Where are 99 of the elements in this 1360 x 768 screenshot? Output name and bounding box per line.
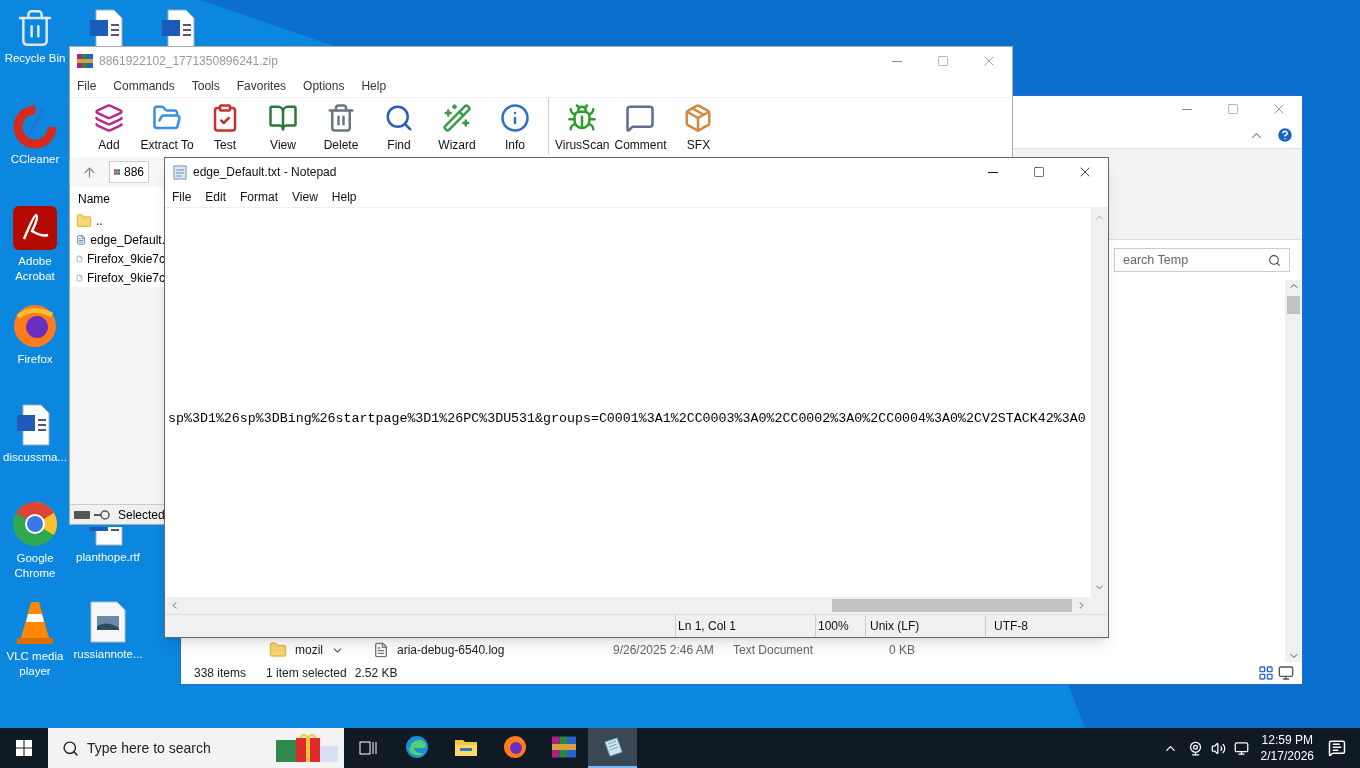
menu-item[interactable]: Tools [191,77,220,95]
cursor-position: Ln 1, Col 1 [675,615,815,637]
window-title: 8861922102_1771350896241.zip [99,53,279,70]
minimize-icon [1182,108,1192,110]
zoom-level: 100% [815,615,865,637]
desktop-shortcut[interactable]: Adobe Acrobat [2,205,68,284]
archive-app-icon [551,735,576,759]
toolbar-button[interactable]: VirusScan [553,103,612,154]
desktop-shortcut[interactable]: discussma... [2,403,68,465]
menu-item[interactable]: Commands [113,77,175,95]
box-icon [683,103,714,133]
toolbar-button[interactable]: Find [370,103,428,154]
toolbar-button[interactable]: Info [486,103,544,154]
desktop-shortcut[interactable]: Google Chrome [2,500,68,581]
maximize-icon [1227,103,1239,115]
nav-item[interactable]: mozil [295,641,323,659]
horizontal-scrollbar[interactable] [165,597,1091,614]
desktop-shortcut[interactable]: russiannote... [75,600,141,662]
toolbar-button[interactable]: Wizard [428,103,486,154]
toolbar-button[interactable]: Delete [312,103,370,154]
search-field[interactable]: earch Temp [1114,248,1290,272]
menu-item[interactable]: Options [303,77,345,95]
toolbar-button[interactable]: Extract To [138,103,196,154]
speech-bubble-icon [625,103,656,133]
menu-item[interactable]: Help [331,187,357,206]
desktop-shortcut[interactable]: CCleaner [2,105,68,167]
desktop-shortcut[interactable]: Firefox [2,303,68,367]
search-icon [1268,253,1281,267]
desktop-shortcut[interactable]: Recycle Bin [2,8,68,66]
volume-icon[interactable] [1210,740,1226,756]
line-ending: Unix (LF) [865,615,985,637]
notepad-icon [173,164,187,180]
maximize-icon [937,55,949,67]
file-name[interactable]: aria-debug-6540.log [397,641,505,659]
toolbar-button[interactable]: View [254,103,312,154]
minimize-icon [892,60,902,62]
toolbar-button[interactable]: SFX [669,103,728,154]
notepad-icon [601,736,624,758]
drive-icon [74,510,90,519]
menu-item[interactable]: Help [361,77,387,95]
folder-icon [76,212,92,229]
status-text: Selected [118,506,165,524]
item-count: 338 items [194,665,248,682]
file-row[interactable]: Firefox_9kie7c [70,268,165,287]
path-field[interactable]: 886 [109,161,149,183]
search-icon [62,739,79,757]
menu-item[interactable]: Edit [205,187,227,206]
help-icon[interactable] [1276,126,1294,144]
menu-item[interactable]: Favorites [236,77,287,95]
document-text: sp%3D1%26sp%3DBing%26startpage%3D1%26PC%3DU531&groups=C0001%3A1%2CC0003%3A0%2CC0002%3A0%2CC0004%3A0%2CV2STACK42%3A0 [168,409,1086,428]
menu-item[interactable]: Format [240,187,279,206]
image-document-icon [89,600,127,644]
vertical-scrollbar[interactable] [1091,208,1108,597]
key-icon [94,509,110,520]
scroll-thumb[interactable] [832,599,1072,612]
toolbar-button[interactable]: Comment [611,103,670,154]
clock[interactable]: 12:59 PM 2/17/2026 [1260,732,1314,764]
desktop-shortcut[interactable]: planthope.rtf [75,527,141,565]
notifications-icon[interactable] [1328,739,1346,757]
scroll-thumb[interactable] [1287,296,1300,314]
minimize-icon [988,171,998,173]
info-icon [500,103,530,133]
file-row[interactable]: edge_Default. [70,230,165,249]
selection-size: 2.52 KB [354,665,398,682]
vertical-scrollbar[interactable] [1285,280,1302,662]
details-view-icon[interactable] [1258,665,1274,681]
desktop-shortcut[interactable]: VLC media player [2,600,68,679]
selection-count: 1 item selected [266,665,347,682]
folder-icon [453,737,478,757]
file-type: Text Document [733,642,815,659]
menu-item[interactable]: View [292,187,318,206]
search-placeholder: Type here to search [87,738,212,758]
menu-item[interactable]: File [77,77,97,95]
archive-app-icon [77,53,93,69]
file-date: 9/26/2025 2:46 AM [613,642,715,659]
search-box[interactable]: Type here to search [48,728,344,768]
magic-wand-icon [442,103,472,133]
menu-item[interactable]: File [172,187,192,206]
task-view-icon [359,740,377,756]
text-file-icon [373,642,389,658]
trash-icon [326,103,356,133]
toolbar-button[interactable]: Test [196,103,254,154]
search-text: earch Temp [1123,251,1189,269]
encoding: UTF-8 [985,615,1108,637]
large-icons-view-icon[interactable] [1278,665,1294,681]
toolbar-button[interactable]: Add [80,103,138,154]
maximize-icon [1033,166,1045,178]
window-title: edge_Default.txt - Notepad [193,164,338,181]
file-row[interactable]: Firefox_9kie7c [70,249,165,268]
book-icon [268,103,298,133]
path-text: 886 [123,164,144,181]
windows-logo-icon [16,740,32,756]
search-icon [384,103,414,133]
text-area[interactable]: sp%3D1%26sp%3DBing%26startpage%3D1%26PC%3DU531&groups=C0001%3A1%2CC0003%3A0%2CC0002%3A0%2CC0004%3A0%2CV2STACK42%3A0 [165,208,1091,597]
bug-icon [567,103,598,133]
folder-icon [269,641,287,659]
taskbar-app-button[interactable] [588,728,637,768]
file-size: 0 KB [888,642,915,659]
file-row[interactable]: .. [70,211,165,230]
